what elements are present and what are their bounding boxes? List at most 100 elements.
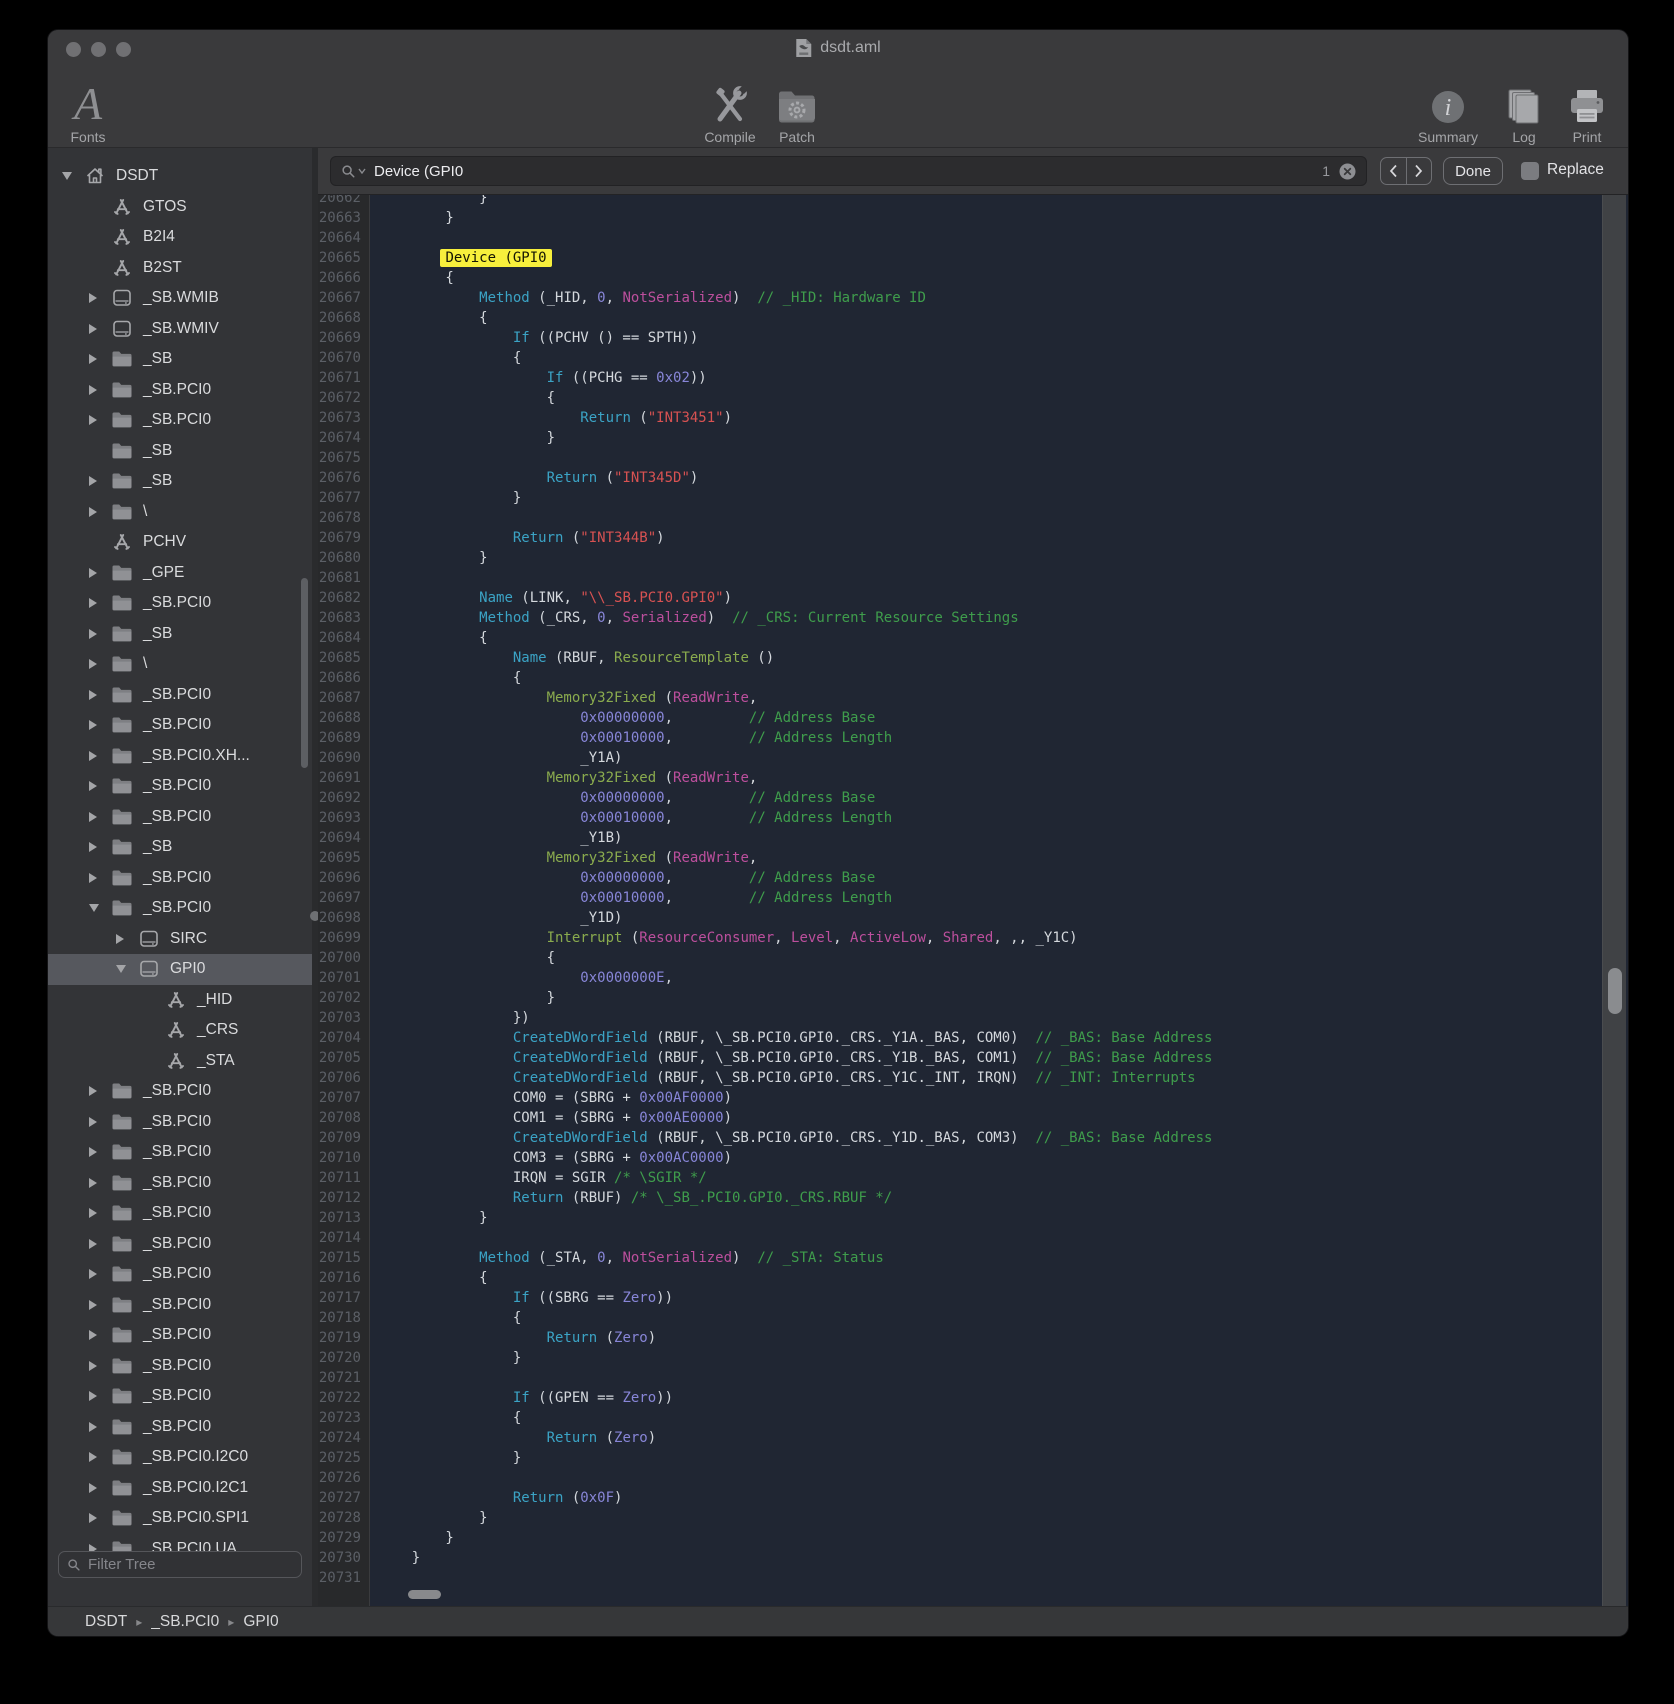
tree-row[interactable]: PCHV: [48, 527, 312, 558]
disclosure-triangle[interactable]: [62, 172, 84, 180]
disclosure-triangle[interactable]: [116, 934, 138, 944]
disclosure-triangle[interactable]: [89, 751, 111, 761]
tree-row[interactable]: B2ST: [48, 253, 312, 284]
editor-horizontal-scrollbar-thumb[interactable]: [408, 1590, 441, 1599]
disclosure-triangle[interactable]: [89, 598, 111, 608]
minimize-button[interactable]: [91, 42, 106, 57]
disclosure-triangle[interactable]: [89, 1208, 111, 1218]
disclosure-triangle[interactable]: [89, 842, 111, 852]
disclosure-triangle[interactable]: [89, 720, 111, 730]
disclosure-triangle[interactable]: [89, 904, 111, 912]
tree-row[interactable]: SIRC: [48, 924, 312, 955]
tree-row[interactable]: _SB.PCI0: [48, 1381, 312, 1412]
disclosure-triangle[interactable]: [89, 812, 111, 822]
close-button[interactable]: [66, 42, 81, 57]
tree-row[interactable]: _HID: [48, 985, 312, 1016]
tree-row[interactable]: _SB.WMIB: [48, 283, 312, 314]
breadcrumb-item[interactable]: DSDT: [85, 1613, 127, 1631]
disclosure-triangle[interactable]: [89, 1391, 111, 1401]
disclosure-triangle[interactable]: [89, 1300, 111, 1310]
editor-vertical-scrollbar[interactable]: [1602, 195, 1626, 1606]
disclosure-triangle[interactable]: [89, 1361, 111, 1371]
disclosure-triangle[interactable]: [89, 1086, 111, 1096]
tree-row[interactable]: B2I4: [48, 222, 312, 253]
tree-row[interactable]: _SB.PCI0: [48, 1320, 312, 1351]
fonts-button[interactable]: A Fonts: [48, 72, 128, 144]
tree-row[interactable]: _SB: [48, 344, 312, 375]
disclosure-triangle[interactable]: [89, 507, 111, 517]
sidebar-scrollbar-thumb[interactable]: [301, 578, 308, 768]
disclosure-triangle[interactable]: [89, 1239, 111, 1249]
tree-row[interactable]: _SB.PCI0: [48, 680, 312, 711]
disclosure-triangle[interactable]: [89, 354, 111, 364]
disclosure-triangle[interactable]: [89, 781, 111, 791]
tree-row[interactable]: _SB.PCI0.I2C1: [48, 1473, 312, 1504]
summary-button[interactable]: i Summary: [1418, 72, 1478, 144]
tree-row[interactable]: _SB.PCI0: [48, 893, 312, 924]
tree-row[interactable]: _SB: [48, 619, 312, 650]
tree-row[interactable]: _SB.WMIV: [48, 314, 312, 345]
disclosure-triangle[interactable]: [89, 1147, 111, 1157]
tree-row[interactable]: _SB.PCI0: [48, 1259, 312, 1290]
tree-row[interactable]: _SB.PCI0: [48, 1076, 312, 1107]
tree-row[interactable]: _SB.PCI0: [48, 710, 312, 741]
disclosure-triangle[interactable]: [89, 629, 111, 639]
tree-row[interactable]: _SB.PCI0: [48, 863, 312, 894]
disclosure-triangle[interactable]: [89, 873, 111, 883]
log-button[interactable]: Log: [1494, 72, 1554, 144]
disclosure-triangle[interactable]: [89, 568, 111, 578]
tree-row[interactable]: _SB: [48, 466, 312, 497]
tree-row[interactable]: _SB.PCI0: [48, 1412, 312, 1443]
disclosure-triangle[interactable]: [89, 1483, 111, 1493]
tree-row[interactable]: \: [48, 649, 312, 680]
tree-row[interactable]: GPI0: [48, 954, 312, 985]
tree-row[interactable]: _SB.PCI0: [48, 588, 312, 619]
tree-row[interactable]: _SB.PCI0.XH...: [48, 741, 312, 772]
tree-row[interactable]: _SB.PCI0: [48, 802, 312, 833]
disclosure-triangle[interactable]: [89, 293, 111, 303]
disclosure-triangle[interactable]: [89, 1422, 111, 1432]
tree-row[interactable]: _STA: [48, 1046, 312, 1077]
disclosure-triangle[interactable]: [89, 659, 111, 669]
tree-row[interactable]: _GPE: [48, 558, 312, 589]
find-previous-button[interactable]: [1381, 158, 1407, 184]
disclosure-triangle[interactable]: [89, 324, 111, 334]
disclosure-triangle[interactable]: [89, 1330, 111, 1340]
disclosure-triangle[interactable]: [89, 1117, 111, 1127]
tree-row[interactable]: \: [48, 497, 312, 528]
tree-row[interactable]: _SB.PCI0.SPI1: [48, 1503, 312, 1534]
tree-row[interactable]: _SB.PCI0: [48, 1290, 312, 1321]
disclosure-triangle[interactable]: [89, 1269, 111, 1279]
disclosure-triangle[interactable]: [116, 965, 138, 973]
tree-row[interactable]: _SB.PCI0: [48, 1229, 312, 1260]
disclosure-triangle[interactable]: [89, 690, 111, 700]
tree-row[interactable]: _SB.PCI0: [48, 1137, 312, 1168]
disclosure-triangle[interactable]: [89, 1513, 111, 1523]
patch-button[interactable]: Patch: [767, 72, 827, 144]
tree-row[interactable]: _SB.PCI0.I2C0: [48, 1442, 312, 1473]
disclosure-triangle[interactable]: [89, 1178, 111, 1188]
tree-row[interactable]: _SB: [48, 832, 312, 863]
replace-checkbox[interactable]: [1521, 162, 1539, 180]
tree-row[interactable]: _SB.PCI0: [48, 771, 312, 802]
disclosure-triangle[interactable]: [89, 385, 111, 395]
code-editor[interactable]: 20662 }20663 }2066420665 Device (GPI0206…: [318, 195, 1628, 1606]
disclosure-triangle[interactable]: [89, 415, 111, 425]
tree-row[interactable]: _CRS: [48, 1015, 312, 1046]
breadcrumb-item[interactable]: _SB.PCI0: [151, 1613, 219, 1631]
zoom-button[interactable]: [116, 42, 131, 57]
tree-row[interactable]: _SB.PCI0: [48, 1198, 312, 1229]
find-next-button[interactable]: [1407, 158, 1432, 184]
breadcrumb-item[interactable]: GPI0: [243, 1613, 278, 1631]
tree-row[interactable]: _SB: [48, 436, 312, 467]
disclosure-triangle[interactable]: [89, 476, 111, 486]
clear-search-icon[interactable]: [1339, 163, 1356, 180]
tree-row[interactable]: GTOS: [48, 192, 312, 223]
done-button[interactable]: Done: [1443, 157, 1503, 185]
filter-tree-input[interactable]: Filter Tree: [58, 1551, 302, 1578]
tree-row[interactable]: _SB.PCI0: [48, 1168, 312, 1199]
compile-button[interactable]: Compile: [700, 72, 760, 144]
tree-row[interactable]: DSDT: [48, 161, 312, 192]
tree-row[interactable]: _SB.PCI0: [48, 375, 312, 406]
print-button[interactable]: Print: [1557, 72, 1617, 144]
